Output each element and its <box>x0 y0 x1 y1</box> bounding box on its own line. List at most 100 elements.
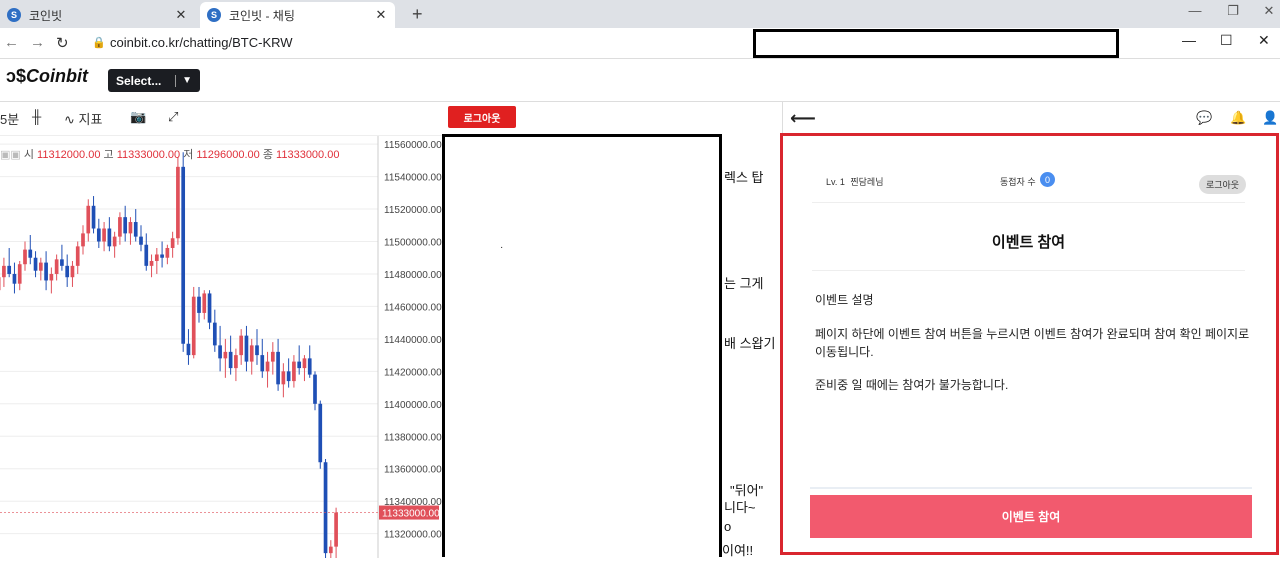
candle-body <box>176 167 180 238</box>
candle-body <box>171 238 175 248</box>
indicator-icon: ∿ <box>64 112 75 127</box>
panel-logout-button[interactable]: 로그아웃 <box>1199 175 1246 194</box>
candle-body <box>282 371 286 384</box>
candle-body <box>334 513 338 547</box>
description-text: 이동됩니다. <box>815 343 874 360</box>
candle-body <box>271 352 275 362</box>
candle-body <box>86 206 90 234</box>
price-tick-label: 11500000.00 <box>384 238 442 249</box>
description-note: 준비중 일 때에는 참여가 불가능합니다. <box>815 376 1008 393</box>
browser-tab-2[interactable]: S 코인빗 - 채팅 ✕ <box>200 2 395 28</box>
select-divider <box>175 75 176 87</box>
price-tick-label: 11560000.00 <box>384 140 442 151</box>
close-tab-icon[interactable]: ✕ <box>373 7 389 23</box>
candle-body <box>129 222 133 233</box>
candle-body <box>181 167 185 344</box>
candle-body <box>39 263 43 271</box>
price-tick-label: 11320000.00 <box>384 530 442 541</box>
candle-body <box>23 250 27 265</box>
candle-body <box>213 323 217 346</box>
chat-redaction-box: · <box>442 134 722 557</box>
candle-body <box>71 266 75 277</box>
coinbit-logo[interactable]: ↄ$Coinbit <box>6 66 88 87</box>
browser-tab-1[interactable]: S 코인빗 ✕ <box>0 2 195 28</box>
chart-area[interactable]: 11560000.0011540000.0011520000.001150000… <box>0 135 442 558</box>
minimize-icon[interactable]: — <box>1182 32 1196 48</box>
candle-body <box>208 293 212 322</box>
candle-body <box>318 404 322 462</box>
reload-icon[interactable]: ↻ <box>56 34 69 52</box>
user-level: Lv. 1 찐담레님 <box>826 175 883 188</box>
market-select[interactable]: Select... ▼ <box>108 69 200 92</box>
candle-body <box>287 371 291 381</box>
candle-body <box>229 352 233 368</box>
price-tick-label: 11360000.00 <box>384 465 442 476</box>
candle-body <box>260 355 264 371</box>
chevron-down-icon: ▼ <box>182 75 192 86</box>
candle-body <box>255 345 259 355</box>
user-icon[interactable]: 👤 <box>1262 110 1278 126</box>
close-window-icon[interactable]: ✕ <box>1254 3 1280 19</box>
candle-body <box>34 258 38 271</box>
candle-body <box>28 250 32 258</box>
fullscreen-icon[interactable]: ⤢ <box>168 109 178 125</box>
divider <box>812 202 1245 203</box>
candle-body <box>139 237 143 245</box>
dot: · <box>500 242 503 253</box>
back-arrow-icon[interactable]: ⟵ <box>790 108 816 129</box>
chat-message: 배 스왑기 <box>724 333 775 352</box>
candle-type-icon[interactable]: ╫ <box>32 109 41 124</box>
camera-icon[interactable]: 📷 <box>130 109 146 125</box>
logout-button[interactable]: 로그아웃 <box>448 106 516 128</box>
candle-body <box>44 263 48 281</box>
candle-body <box>313 375 317 404</box>
candle-body <box>55 259 59 274</box>
candle-body <box>245 336 249 362</box>
candle-body <box>197 297 201 313</box>
candle-body <box>102 229 106 242</box>
candle-body <box>60 259 64 265</box>
candle-body <box>65 266 69 277</box>
candle-body <box>13 274 17 284</box>
coinbit-favicon-icon: S <box>207 8 221 22</box>
price-tick-label: 11440000.00 <box>384 335 442 346</box>
restore-icon[interactable]: ❐ <box>1218 3 1248 19</box>
indicator-button[interactable]: ∿ 지표 <box>64 109 102 128</box>
candle-body <box>224 352 228 358</box>
forward-icon[interactable]: → <box>30 34 45 51</box>
candle-body <box>329 547 333 553</box>
candle-body <box>118 217 122 236</box>
page-title: 이벤트 참여 <box>812 231 1245 252</box>
candle-body <box>7 266 11 274</box>
minimize-icon[interactable]: — <box>1180 3 1210 18</box>
chat-message: 렉스 탑 <box>724 167 764 186</box>
chat-bubble-icon[interactable]: 💬 <box>1196 110 1212 126</box>
candle-body <box>239 336 243 355</box>
back-icon[interactable]: ← <box>4 34 19 51</box>
select-label: Select... <box>116 74 175 88</box>
maximize-icon[interactable]: ☐ <box>1220 32 1233 49</box>
price-tick-label: 11460000.00 <box>384 302 442 313</box>
price-tick-label: 11380000.00 <box>384 432 442 443</box>
event-join-button[interactable]: 이벤트 참여 <box>810 495 1252 538</box>
candle-body <box>202 293 206 312</box>
users-label: 동접자 수 <box>1000 175 1036 188</box>
candle-body <box>81 233 85 246</box>
users-count-badge: 0 <box>1040 172 1055 187</box>
close-tab-icon[interactable]: ✕ <box>173 7 189 23</box>
candle-body <box>292 362 296 381</box>
close-window-icon[interactable]: ✕ <box>1258 32 1270 49</box>
candle-body <box>76 246 80 265</box>
tab-title: 코인빗 <box>29 7 173 24</box>
candle-body <box>266 362 270 372</box>
bell-icon[interactable]: 🔔 <box>1230 110 1246 126</box>
candle-body <box>50 274 54 280</box>
new-tab-button[interactable]: + <box>412 4 423 25</box>
candle-body <box>218 345 222 358</box>
url-field[interactable]: coinbit.co.kr/chatting/BTC-KRW <box>110 35 293 50</box>
candle-body <box>18 264 22 283</box>
coinbit-favicon-icon: S <box>7 8 21 22</box>
interval-button[interactable]: 5분 <box>0 109 19 128</box>
chat-message: o <box>724 519 731 534</box>
candle-body <box>155 254 159 260</box>
